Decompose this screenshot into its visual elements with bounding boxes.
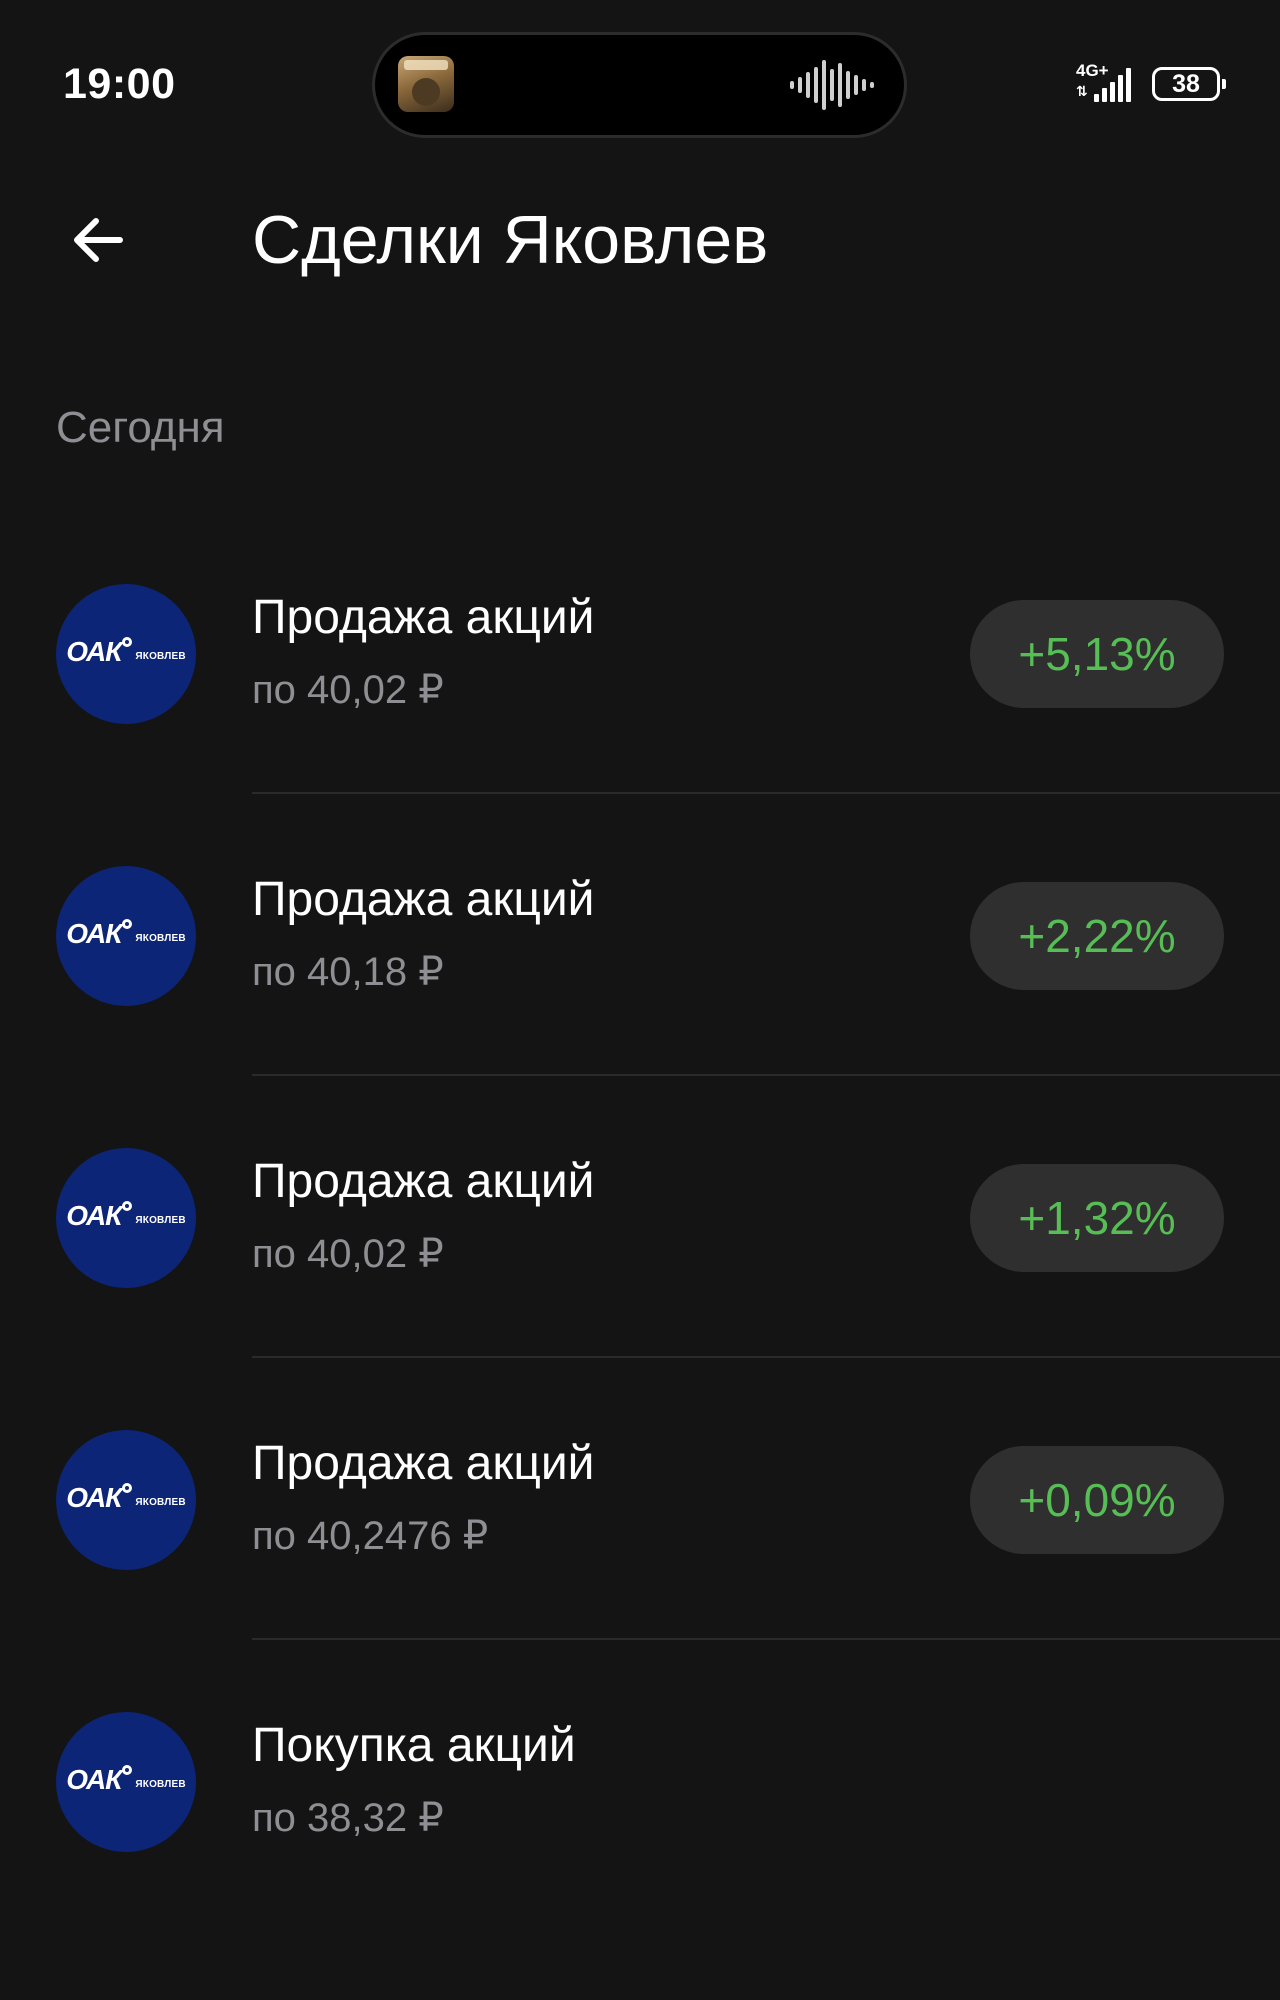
deals-list: ОАК ЯКОВЛЕВ Продажа акций по 40,02 ₽ +5,1… (0, 512, 1280, 1922)
deal-price: по 40,02 ₽ (252, 1232, 444, 1276)
data-arrows-icon: ⇅ (1076, 83, 1088, 99)
deal-title: Покупка акций (252, 1719, 576, 1772)
company-logo: ОАК ЯКОВЛЕВ (56, 1148, 196, 1288)
signal-bars (1094, 68, 1131, 102)
back-button[interactable] (50, 192, 146, 288)
deal-list-item[interactable]: ОАК ЯКОВЛЕВ Продажа акций по 40,2476 ₽ +0… (0, 1358, 1280, 1640)
status-icons: 4G+ ⇅ 38 (1076, 62, 1226, 106)
deal-title: Продажа акций (252, 1155, 595, 1208)
profit-badge: +1,32% (970, 1164, 1224, 1272)
signal-icon: 4G+ ⇅ (1076, 62, 1138, 106)
company-logo: ОАК ЯКОВЛЕВ (56, 1430, 196, 1570)
section-title-today: Сегодня (56, 403, 225, 452)
arrow-left-icon (74, 218, 123, 262)
page-header: Сделки Яковлев (0, 170, 1280, 310)
deal-list-item[interactable]: ОАК ЯКОВЛЕВ Продажа акций по 40,02 ₽ +1,3… (0, 1076, 1280, 1358)
now-playing-art-icon (398, 56, 454, 112)
deals-screen: 19:00 4G+ ⇅ 38 Сделки Яковлев Сегодня ОА… (0, 0, 1280, 2000)
deal-list-item[interactable]: ОАК ЯКОВЛЕВ Продажа акций по 40,02 ₽ +5,1… (0, 512, 1280, 794)
status-bar: 19:00 4G+ ⇅ 38 (0, 0, 1280, 170)
page-title: Сделки Яковлев (252, 202, 769, 278)
company-logo: ОАК ЯКОВЛЕВ (56, 866, 196, 1006)
deal-title: Продажа акций (252, 873, 595, 926)
deal-title: Продажа акций (252, 1437, 595, 1490)
deal-price: по 40,18 ₽ (252, 950, 444, 994)
deal-price: по 38,32 ₽ (252, 1796, 444, 1840)
audio-waveform-icon (790, 60, 874, 110)
deal-list-item[interactable]: ОАК ЯКОВЛЕВ Продажа акций по 40,18 ₽ +2,2… (0, 794, 1280, 1076)
company-logo: ОАК ЯКОВЛЕВ (56, 584, 196, 724)
company-logo: ОАК ЯКОВЛЕВ (56, 1712, 196, 1852)
profit-badge: +5,13% (970, 600, 1224, 708)
deal-title: Продажа акций (252, 591, 595, 644)
battery-icon: 38 (1152, 67, 1226, 101)
profit-badge: +0,09% (970, 1446, 1224, 1554)
dynamic-island[interactable] (372, 32, 907, 138)
battery-level: 38 (1172, 69, 1200, 98)
deal-price: по 40,2476 ₽ (252, 1514, 489, 1558)
profit-badge: +2,22% (970, 882, 1224, 990)
deal-list-item[interactable]: ОАК ЯКОВЛЕВ Покупка акций по 38,32 ₽ (0, 1640, 1280, 1922)
status-time: 19:00 (63, 60, 176, 108)
deal-price: по 40,02 ₽ (252, 668, 444, 712)
